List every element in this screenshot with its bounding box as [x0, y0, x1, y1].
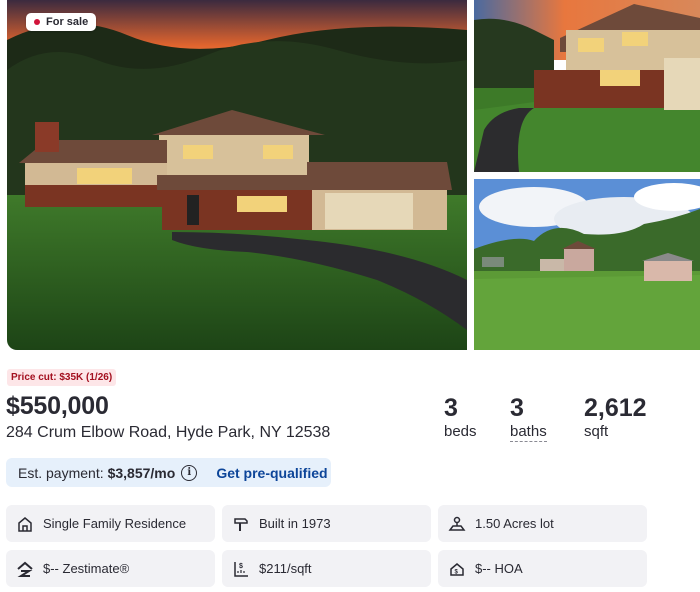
zestimate-icon [17, 561, 33, 577]
stat-sqft: 2,612 sqft [584, 394, 647, 440]
ruler-icon: $ [234, 561, 248, 577]
svg-text:$: $ [239, 563, 243, 570]
info-icon[interactable]: i [181, 464, 198, 481]
fact-home-type-text: Single Family Residence [43, 516, 187, 531]
fact-year-built-text: Built in 1973 [259, 516, 331, 531]
baths-count: 3 [510, 394, 524, 422]
sqft-label: sqft [584, 423, 609, 440]
fact-home-type: Single Family Residence [6, 505, 215, 542]
listing-photo-2[interactable] [474, 0, 700, 172]
fact-year-built: Built in 1973 [222, 505, 431, 542]
fact-hoa: $ $-- HOA [438, 550, 647, 587]
hammer-icon [234, 517, 248, 531]
price-cut-label: Price cut: $35K (1/26) [11, 372, 113, 383]
house-icon [18, 516, 32, 532]
status-badge: For sale [26, 13, 97, 31]
beds-count: 3 [444, 394, 458, 422]
est-payment-value: $3,857/mo [107, 464, 176, 481]
fact-price-per-sqft: $ $211/sqft [222, 550, 431, 587]
listing-price: $550,000 [6, 392, 109, 420]
main-listing-photo[interactable]: For sale [7, 0, 467, 350]
fact-lot-size: 1.50 Acres lot [438, 505, 647, 542]
beds-label: beds [444, 423, 477, 440]
stat-beds: 3 beds [444, 394, 477, 440]
fact-zestimate-text: $-- Zestimate® [43, 561, 130, 576]
lot-icon [448, 516, 466, 531]
status-dot [34, 19, 40, 25]
fact-zestimate: $-- Zestimate® [6, 550, 215, 587]
hoa-icon: $ [450, 562, 464, 576]
estimated-payment-box: Est. payment: $3,857/mo i Get pre-qualif… [6, 458, 331, 487]
baths-label[interactable]: baths [510, 423, 547, 442]
est-payment-label: Est. payment: [18, 464, 104, 481]
fact-price-per-sqft-text: $211/sqft [259, 561, 312, 576]
listing-address: 284 Crum Elbow Road, Hyde Park, NY 12538 [6, 424, 331, 441]
listing-photo-3[interactable] [474, 179, 700, 350]
stat-baths: 3 baths [510, 394, 547, 442]
get-prequalified-link[interactable]: Get pre-qualified [216, 465, 327, 481]
price-cut-badge: Price cut: $35K (1/26) [7, 369, 117, 386]
status-badge-label: For sale [46, 16, 89, 28]
fact-lot-size-text: 1.50 Acres lot [475, 516, 554, 531]
fact-hoa-text: $-- HOA [475, 561, 523, 576]
sqft-count: 2,612 [584, 394, 647, 422]
